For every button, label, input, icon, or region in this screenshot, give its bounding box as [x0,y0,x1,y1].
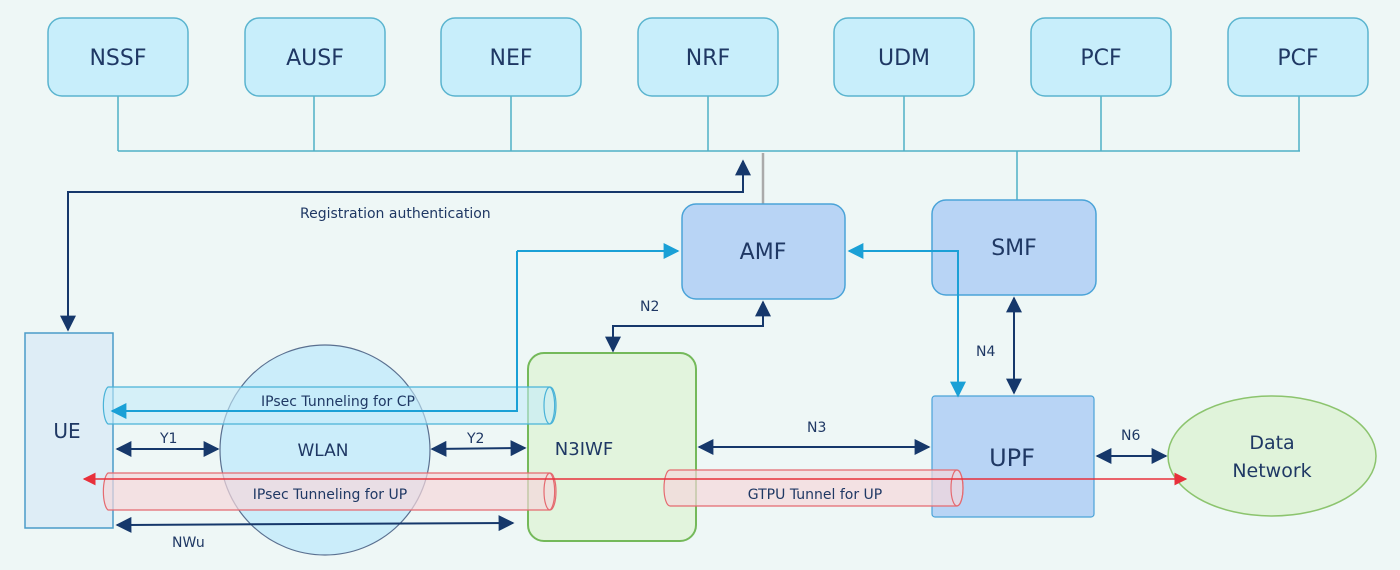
wlan-label: WLAN [297,441,348,461]
nf-label: PCF [1080,46,1121,71]
nf-label: NSSF [89,46,146,71]
gtpu-label: GTPU Tunnel for UP [748,487,882,503]
nf-label: NEF [489,46,532,71]
data-network-label-line1: Data [1249,432,1294,454]
y2-arrow [430,440,527,457]
nf-box-nef[interactable]: NEF [440,17,582,97]
nf-box-nrf[interactable]: NRF [637,17,779,97]
network-architecture-diagram: NSSF AUSF NEF NRF UDM PCF PCF Registrati… [0,0,1400,570]
ipsec-cp-label: IPsec Tunneling for CP [261,394,415,410]
top-network-functions: NSSF AUSF NEF NRF UDM PCF PCF [47,17,1369,97]
gtpu-tunnel: GTPU Tunnel for UP [663,469,964,507]
nf-box-pcf-1[interactable]: PCF [1030,17,1172,97]
nf-box-pcf-2[interactable]: PCF [1227,17,1369,97]
nf-label: NRF [686,46,730,71]
nf-label: UDM [878,46,930,71]
ue-label: UE [53,419,80,443]
data-network-node[interactable]: Data Network [1167,395,1377,517]
ipsec-up-label: IPsec Tunneling for UP [253,487,407,503]
amf-label: AMF [740,240,787,265]
amf-node[interactable]: AMF [681,203,846,300]
nf-box-udm[interactable]: UDM [833,17,975,97]
n6-label: N6 [1121,428,1140,444]
n3-label: N3 [807,420,826,436]
ue-node[interactable]: UE [24,332,114,529]
smf-label: SMF [991,236,1037,261]
y1-label: Y1 [159,431,177,447]
y2-label: Y2 [466,431,484,447]
registration-auth-label: Registration authentication [300,206,491,222]
nf-label: PCF [1277,46,1318,71]
nf-box-nssf[interactable]: NSSF [47,17,189,97]
smf-node[interactable]: SMF [931,199,1097,296]
n3iwf-label: N3IWF [555,439,613,460]
nwu-label: NWu [172,535,205,551]
upf-label: UPF [989,444,1035,472]
ipsec-cp-tunnel: IPsec Tunneling for CP [102,386,557,425]
nf-box-ausf[interactable]: AUSF [244,17,386,97]
data-network-label-line2: Network [1232,460,1311,482]
n2-label: N2 [640,299,659,315]
n3iwf-node[interactable]: N3IWF [527,352,697,542]
nf-label: AUSF [286,46,344,71]
n4-label: N4 [976,344,995,360]
